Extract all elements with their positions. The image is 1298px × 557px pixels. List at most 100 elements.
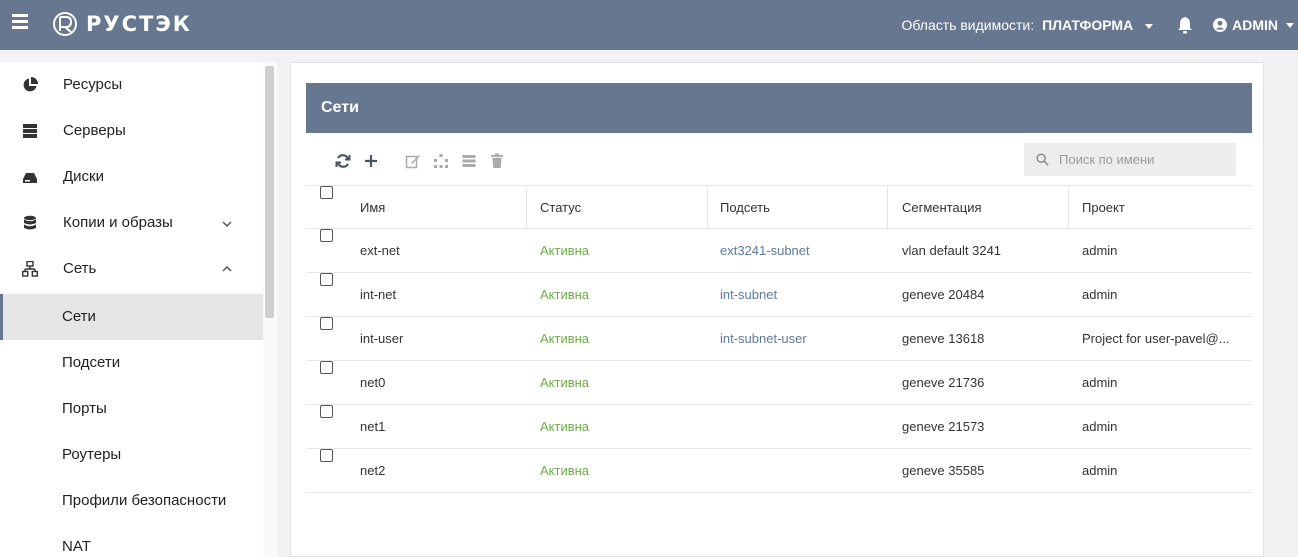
row-checkbox[interactable] [320, 273, 333, 286]
column-header-segmentation[interactable]: Сегментация [902, 186, 982, 230]
table-row[interactable]: net1 Активна geneve 21573 admin [306, 405, 1252, 449]
sidebar: Ресурсы Серверы Диски Копии и образы Сет… [0, 62, 263, 557]
delete-icon[interactable] [489, 153, 505, 169]
user-icon [1213, 18, 1228, 32]
topology-icon[interactable] [433, 153, 449, 169]
sidebar-scrollbar-thumb[interactable] [265, 66, 274, 318]
sidebar-item-label: Диски [63, 168, 104, 185]
logo-mark-icon [53, 12, 77, 36]
sidebar-subitem-networks[interactable]: Сети [0, 294, 263, 340]
network-segmentation: geneve 13618 [902, 331, 985, 346]
logo[interactable]: РУСТЭК [52, 11, 192, 37]
column-header-subnet[interactable]: Подсеть [720, 186, 770, 230]
network-project: admin [1082, 463, 1118, 478]
sidebar-subitem-subnets[interactable]: Подсети [0, 340, 263, 386]
network-icon [22, 261, 38, 277]
sidebar-subitem-label: Сети [62, 308, 96, 325]
network-name: int-net [360, 287, 397, 302]
column-divider [1068, 186, 1069, 230]
network-segmentation: geneve 21736 [902, 375, 985, 390]
row-checkbox[interactable] [320, 229, 333, 242]
search-icon [1036, 153, 1049, 166]
network-project: Project for user-pavel@... [1082, 331, 1230, 346]
network-name: net1 [360, 419, 386, 434]
edit-icon[interactable] [405, 153, 421, 169]
row-checkbox[interactable] [320, 361, 333, 374]
scope-value: ПЛАТФОРМА [1042, 17, 1134, 33]
sidebar-item-images[interactable]: Копии и образы [0, 200, 263, 246]
column-divider [887, 186, 888, 230]
sidebar-item-network[interactable]: Сеть [0, 246, 263, 292]
sidebar-subitem-security-profiles[interactable]: Профили безопасности [0, 478, 263, 524]
server-icon [23, 124, 37, 138]
table-row[interactable]: net0 Активна geneve 21736 admin [306, 361, 1252, 405]
add-icon[interactable] [363, 153, 379, 169]
row-checkbox[interactable] [320, 449, 333, 462]
top-bar: РУСТЭК Область видимости: ПЛАТФОРМА ADMI… [0, 0, 1298, 50]
network-status: Активна [540, 243, 590, 258]
subnet-link[interactable]: int-subnet-user [720, 317, 807, 361]
panel-title: Сети [306, 83, 1252, 133]
network-segmentation: geneve 35585 [902, 463, 985, 478]
network-segmentation: geneve 20484 [902, 287, 985, 302]
column-header-name[interactable]: Имя [360, 186, 385, 230]
table-row[interactable]: int-user Активна int-subnet-user geneve … [306, 317, 1252, 361]
subnet-link[interactable]: ext3241-subnet [720, 229, 810, 273]
user-name: ADMIN [1232, 17, 1278, 33]
sidebar-subitem-label: Роутеры [62, 446, 122, 463]
sidebar-item-resources[interactable]: Ресурсы [0, 62, 263, 108]
column-header-project[interactable]: Проект [1082, 186, 1125, 230]
bell-icon[interactable] [1177, 16, 1193, 34]
pie-chart-icon [23, 77, 38, 92]
network-project: admin [1082, 243, 1118, 258]
subnet-link[interactable]: int-subnet [720, 273, 777, 317]
disk-icon [23, 173, 37, 183]
sidebar-subitem-label: Профили безопасности [62, 492, 227, 509]
table-header-row: Имя Статус Подсеть Сегментация Проект [306, 185, 1252, 230]
sidebar-item-servers[interactable]: Серверы [0, 108, 263, 154]
network-status: Активна [540, 287, 590, 302]
top-right-controls: Область видимости: ПЛАТФОРМА ADMIN [902, 0, 1298, 50]
sidebar-subitem-ports[interactable]: Порты [0, 386, 263, 432]
list-icon[interactable] [461, 153, 477, 169]
select-all-checkbox[interactable] [320, 186, 333, 199]
network-status: Активна [540, 331, 590, 346]
sidebar-item-label: Копии и образы [63, 214, 173, 231]
row-checkbox[interactable] [320, 317, 333, 330]
chevron-up-icon [222, 265, 232, 272]
search-input[interactable] [1059, 152, 1229, 167]
sidebar-item-label: Ресурсы [63, 76, 123, 93]
brand-name: РУСТЭК [86, 12, 192, 36]
network-name: ext-net [360, 243, 400, 258]
network-segmentation: geneve 21573 [902, 419, 985, 434]
network-status: Активна [540, 463, 590, 478]
sidebar-subitem-nat[interactable]: NAT [0, 524, 263, 557]
sidebar-subitem-routers[interactable]: Роутеры [0, 432, 263, 478]
row-checkbox[interactable] [320, 405, 333, 418]
sidebar-item-disks[interactable]: Диски [0, 154, 263, 200]
network-name: int-user [360, 331, 404, 346]
chevron-down-icon [222, 221, 232, 228]
sidebar-subitem-label: Порты [62, 400, 107, 417]
search-box[interactable] [1024, 143, 1236, 176]
sidebar-subitem-label: Подсети [62, 354, 121, 371]
page-right-gutter [1274, 62, 1298, 557]
menu-icon[interactable] [12, 14, 28, 34]
network-project: admin [1082, 419, 1118, 434]
table-row[interactable]: ext-net Активна ext3241-subnet vlan defa… [306, 229, 1252, 273]
network-status: Активна [540, 375, 590, 390]
scope-selector[interactable]: ПЛАТФОРМА [1042, 17, 1154, 33]
table-row[interactable]: net2 Активна geneve 35585 admin [306, 449, 1252, 493]
network-project: admin [1082, 287, 1118, 302]
refresh-icon[interactable] [335, 153, 351, 169]
networks-table: Имя Статус Подсеть Сегментация Проект ex… [306, 185, 1252, 493]
table-row[interactable]: int-net Активна int-subnet geneve 20484 … [306, 273, 1252, 317]
network-name: net0 [360, 375, 386, 390]
scope-caret-icon [1145, 23, 1154, 29]
column-divider [526, 186, 527, 230]
user-menu[interactable]: ADMIN [1213, 17, 1298, 33]
network-segmentation: vlan default 3241 [902, 243, 1002, 258]
toolbar [335, 153, 517, 169]
sidebar-item-label: Сеть [63, 260, 97, 277]
column-header-status[interactable]: Статус [540, 186, 581, 230]
